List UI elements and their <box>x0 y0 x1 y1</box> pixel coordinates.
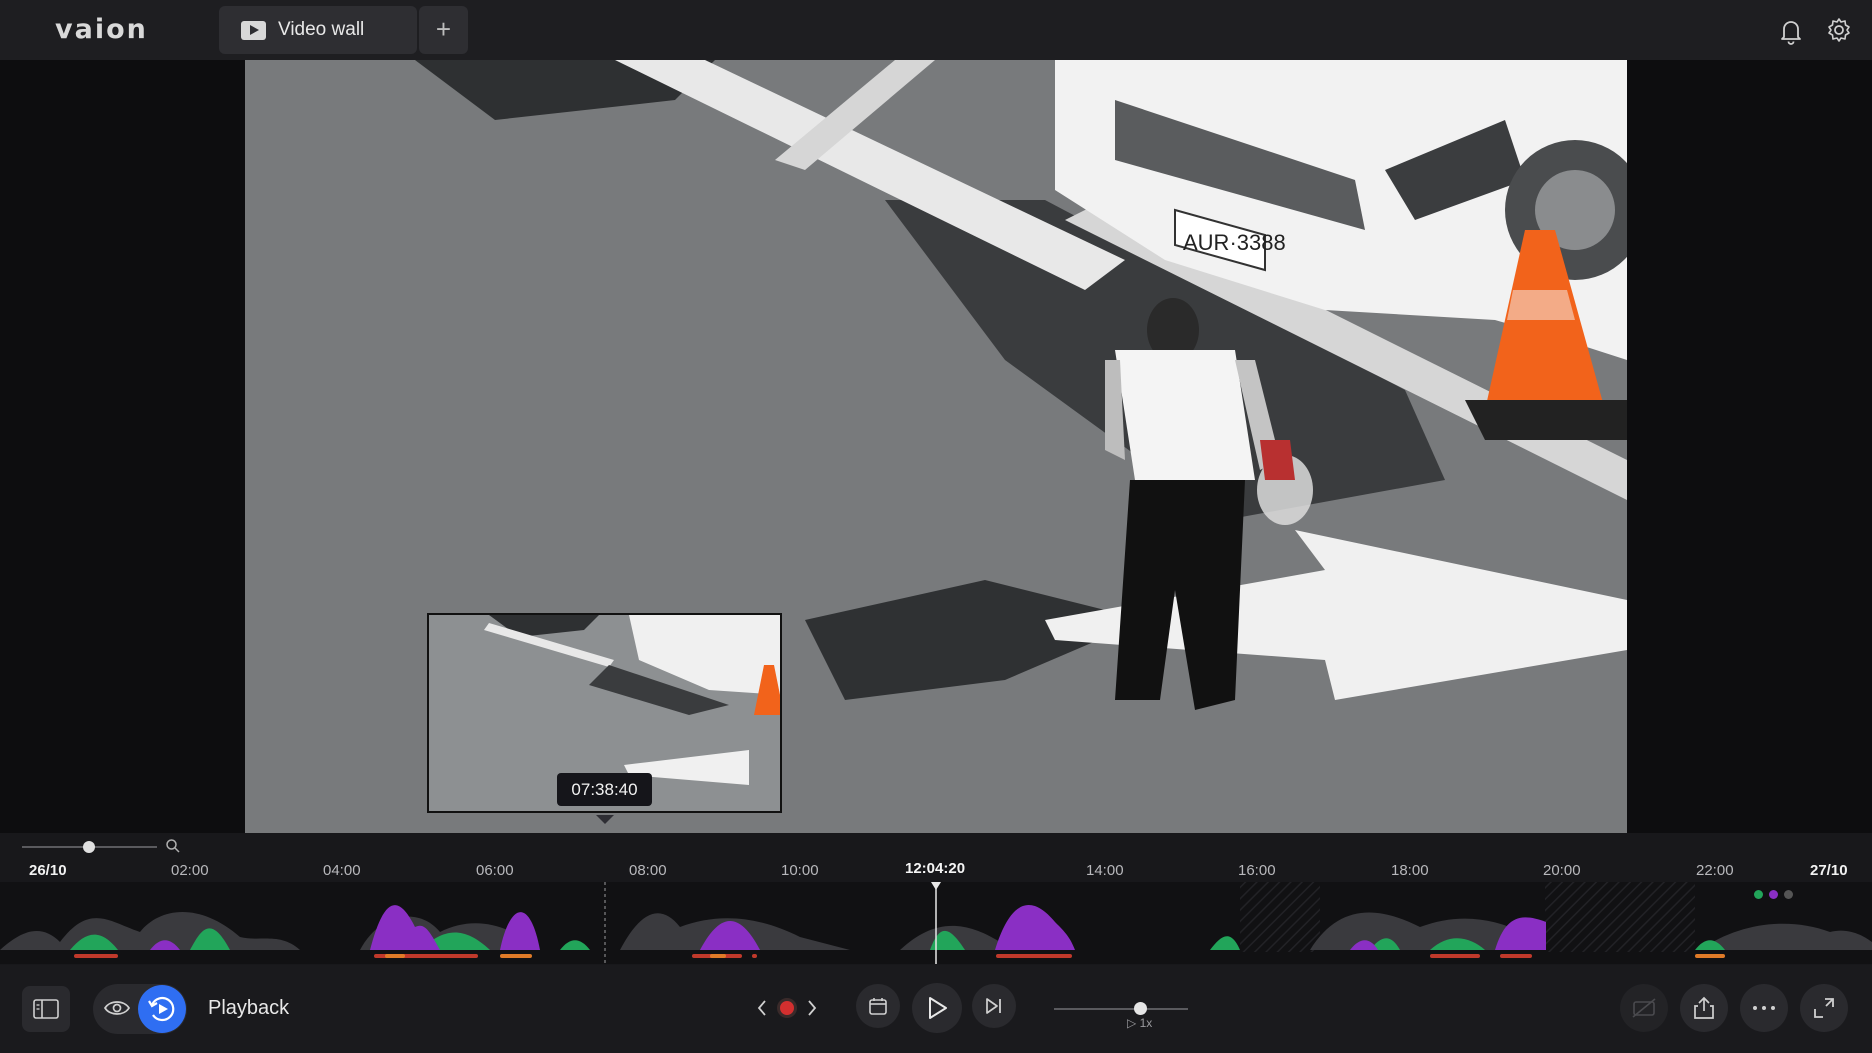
add-tab-button[interactable]: + <box>419 6 468 54</box>
preview-caret <box>596 815 614 824</box>
more-icon <box>1753 1006 1775 1010</box>
zoom-search-icon[interactable] <box>165 838 181 854</box>
speed-label: ▷ 1x <box>1127 1016 1153 1030</box>
timeline-tick: 16:00 <box>1238 862 1276 879</box>
timeline-start-date: 26/10 <box>29 862 67 879</box>
timeline-tick: 18:00 <box>1391 862 1429 879</box>
top-bar: vaion Video wall + <box>0 0 1872 60</box>
mode-label: Playback <box>208 997 290 1019</box>
vehicle-legend-dot <box>1769 890 1778 899</box>
share-button[interactable] <box>1680 984 1728 1032</box>
sidebar-toggle-icon <box>33 999 59 1019</box>
more-options-button[interactable] <box>1740 984 1788 1032</box>
playback-icon <box>148 996 175 1022</box>
timeline-tick: 10:00 <box>781 862 819 879</box>
annotation-toggle-button[interactable] <box>1620 984 1668 1032</box>
timeline-tick: 20:00 <box>1543 862 1581 879</box>
gear-icon[interactable] <box>1824 15 1854 45</box>
playback-mode-button[interactable] <box>138 985 186 1033</box>
skip-next-icon <box>986 998 1001 1014</box>
record-icon[interactable] <box>777 998 797 1018</box>
app-logo: vaion <box>55 14 148 45</box>
timeline-tick: 08:00 <box>629 862 667 879</box>
calendar-button[interactable] <box>856 984 900 1028</box>
activity-track[interactable] <box>0 882 1872 964</box>
previous-event-icon[interactable] <box>756 999 768 1017</box>
timeline-tick: 04:00 <box>323 862 361 879</box>
video-icon <box>241 20 266 40</box>
person-legend-dot <box>1754 890 1763 899</box>
bell-icon[interactable] <box>1776 16 1806 46</box>
share-icon <box>1694 996 1714 1019</box>
fullscreen-button[interactable] <box>1800 984 1848 1032</box>
play-button[interactable] <box>912 983 962 1033</box>
timeline-tick: 22:00 <box>1696 862 1734 879</box>
timeline-legend[interactable] <box>1754 890 1793 899</box>
skip-next-button[interactable] <box>972 984 1016 1028</box>
activity-graph <box>0 882 1872 964</box>
timeline-tick: 02:00 <box>171 862 209 879</box>
fullscreen-icon <box>1814 998 1834 1018</box>
timeline-tick: 06:00 <box>476 862 514 879</box>
tab-video-wall[interactable]: Video wall <box>219 6 417 54</box>
speed-slider-thumb[interactable] <box>1134 1002 1147 1015</box>
playhead-time: 12:04:20 <box>905 860 966 877</box>
play-icon <box>929 997 947 1019</box>
annotation-off-icon <box>1632 998 1656 1018</box>
next-event-icon[interactable] <box>806 999 818 1017</box>
svg-text:AUR·3388: AUR·3388 <box>1183 230 1286 255</box>
sidebar-toggle-button[interactable] <box>22 986 70 1032</box>
other-legend-dot <box>1784 890 1793 899</box>
zoom-slider-thumb[interactable] <box>83 841 95 853</box>
preview-timestamp: 07:38:40 <box>557 773 652 806</box>
timeline-tick: 14:00 <box>1086 862 1124 879</box>
tab-label: Video wall <box>278 19 365 40</box>
timeline-end-date: 27/10 <box>1810 862 1848 879</box>
speed-slider-track[interactable] <box>1054 1008 1188 1010</box>
calendar-icon <box>869 998 887 1015</box>
eye-icon[interactable] <box>103 996 131 1020</box>
